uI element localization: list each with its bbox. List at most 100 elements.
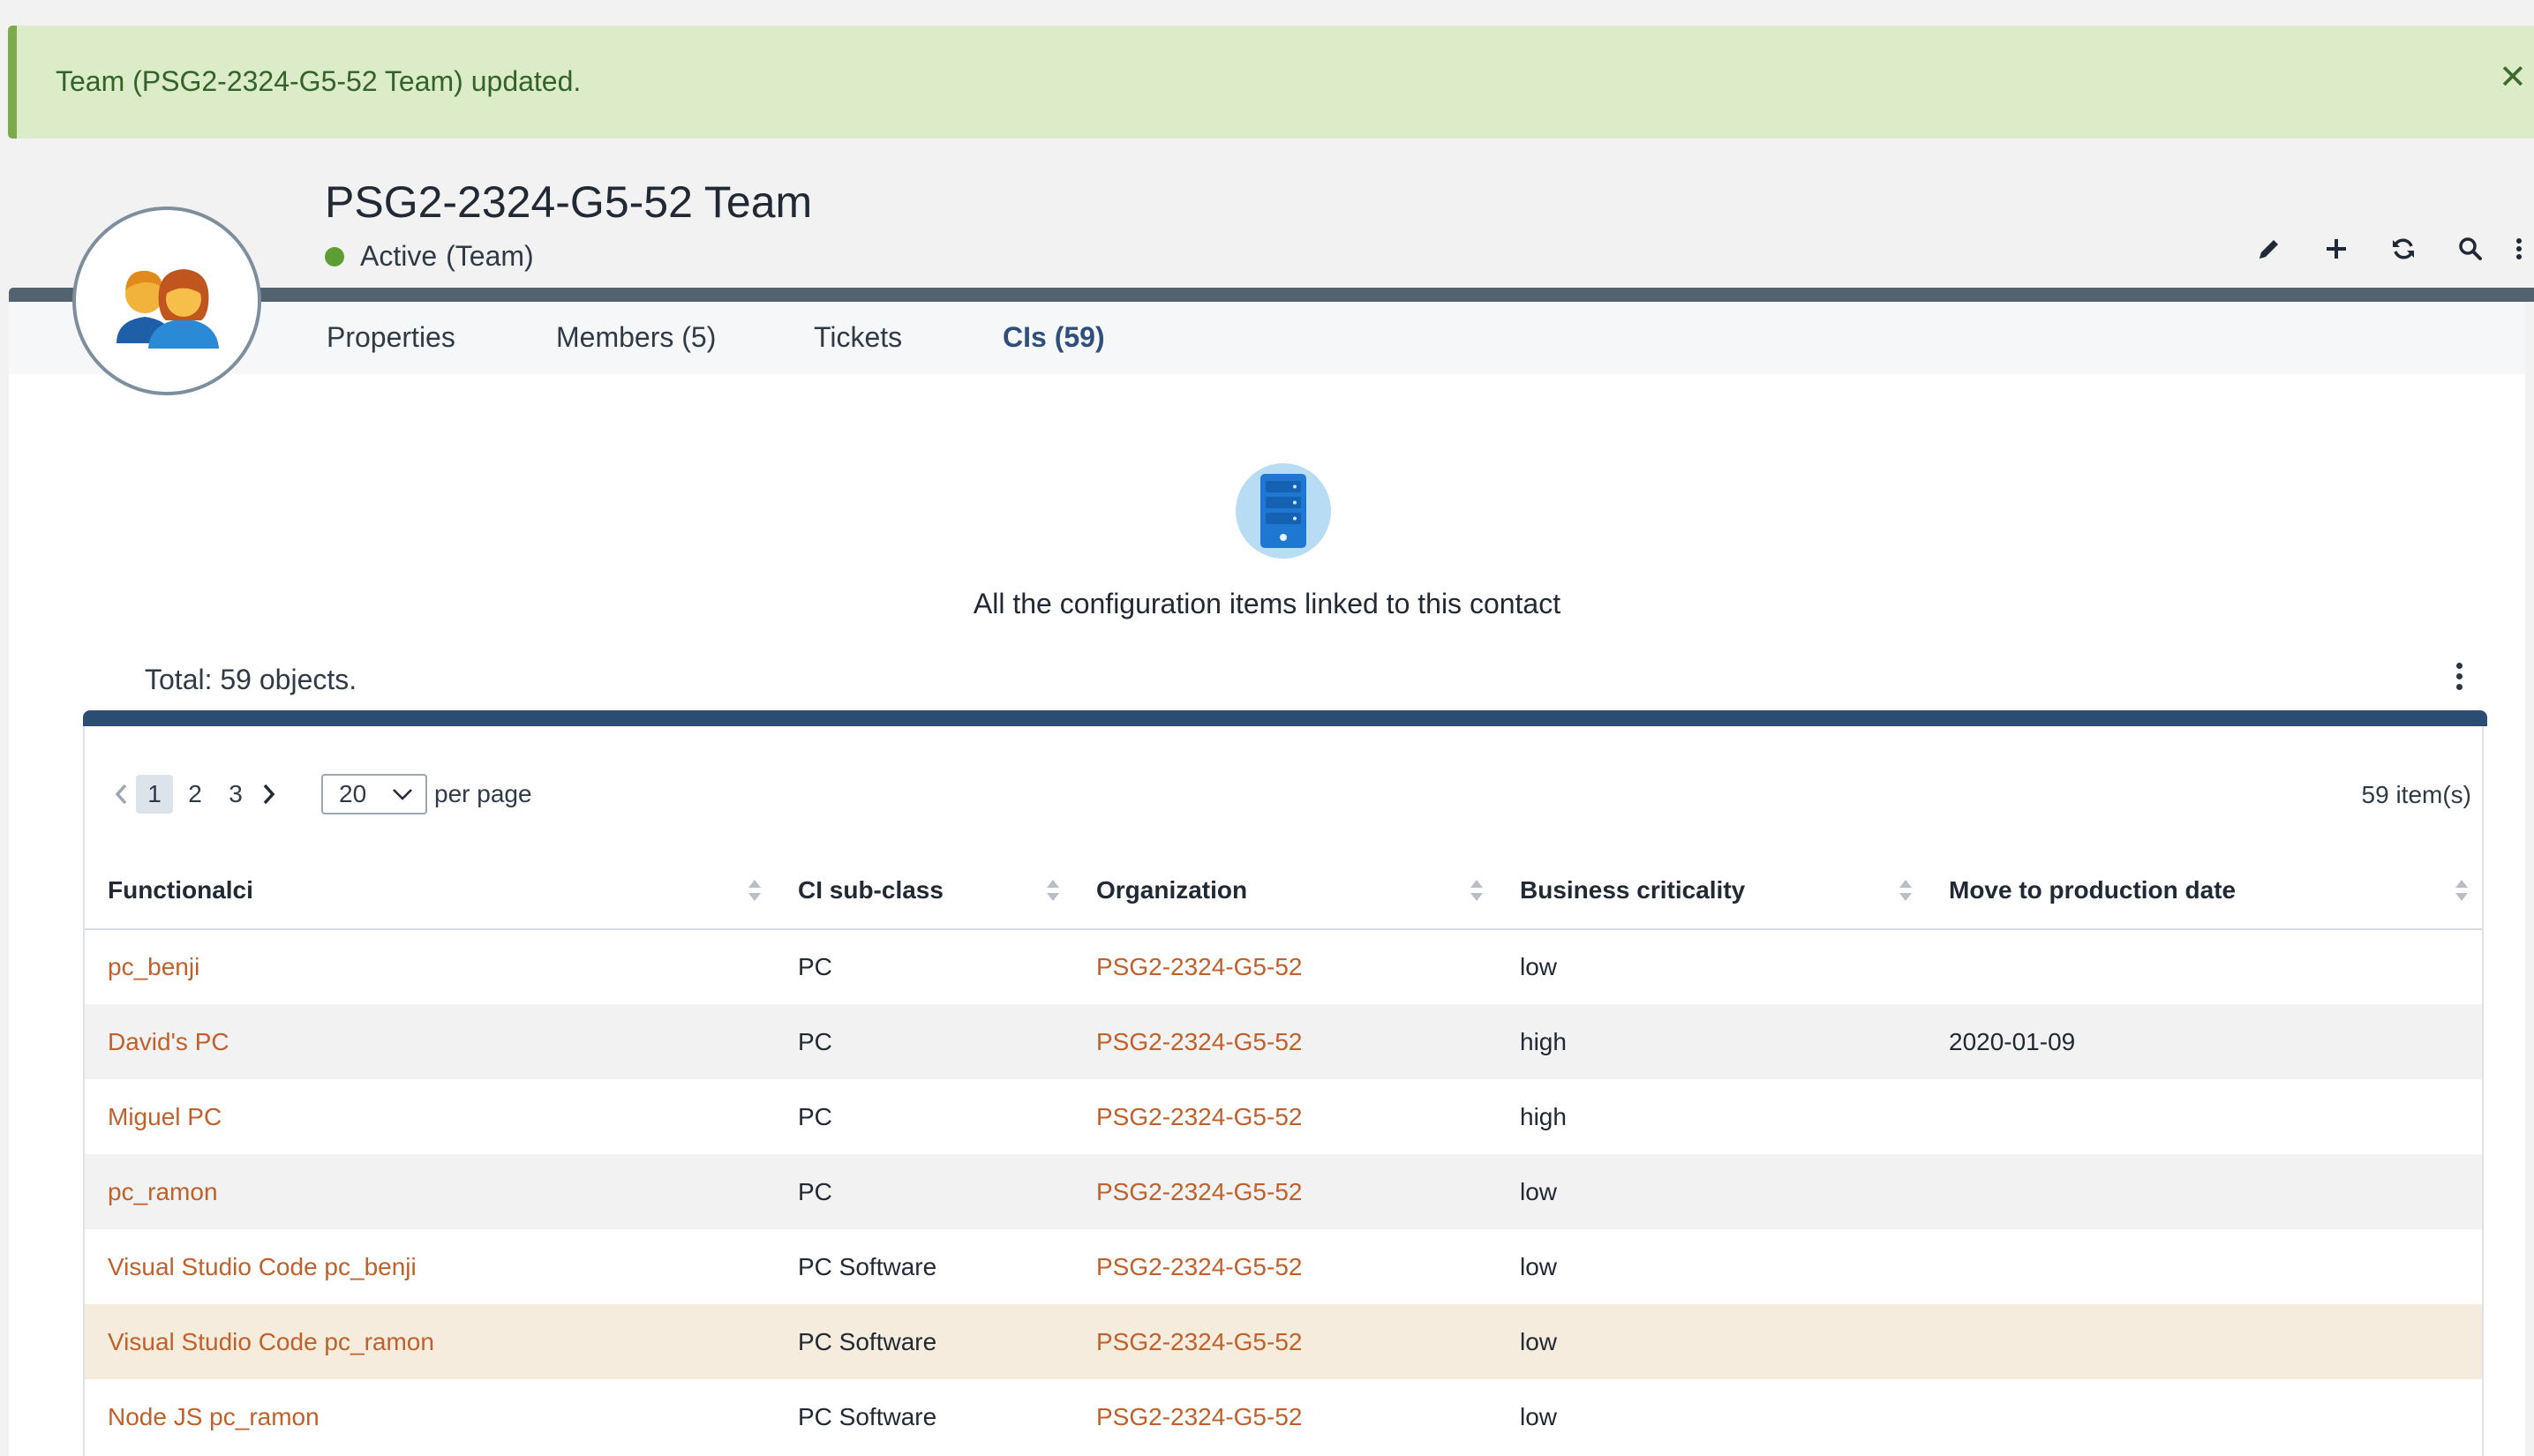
per-page-value: 20 (339, 780, 367, 807)
sort-icon (748, 880, 761, 901)
tab-members[interactable]: Members (5) (556, 321, 716, 354)
tab-tickets[interactable]: Tickets (814, 321, 902, 354)
ci-subclass-cell: PC (775, 1154, 1073, 1229)
criticality-cell: low (1520, 1402, 1558, 1430)
next-page-button[interactable] (256, 777, 282, 812)
close-icon[interactable]: ✕ (2499, 61, 2527, 94)
sort-icon (1899, 880, 1912, 901)
ci-name-link[interactable]: Miguel PC (108, 1103, 222, 1130)
organization-link[interactable]: PSG2-2324-G5-52 (1096, 1178, 1302, 1205)
ci-list-card: 1 2 3 20 per page 59 item(s) Functionalc… (83, 710, 2487, 1456)
team-icon (117, 269, 219, 349)
tab-cis[interactable]: CIs (59) (1003, 321, 1105, 354)
organization-link[interactable]: PSG2-2324-G5-52 (1096, 1253, 1302, 1280)
total-count: Total: 59 objects. (145, 664, 357, 695)
criticality-cell: high (1497, 1004, 1926, 1079)
table-row[interactable]: Miguel PC PC PSG2-2324-G5-52 high (85, 1079, 2482, 1154)
toolbar (2236, 228, 2534, 270)
sort-icon (1047, 880, 1059, 901)
ci-name-link[interactable]: Node JS pc_ramon (108, 1403, 320, 1430)
column-header-business-criticality[interactable]: Business criticality (1497, 852, 1926, 930)
refresh-icon (2393, 238, 2414, 259)
more-vertical-icon (2455, 662, 2463, 669)
search-icon (2459, 237, 2482, 260)
table-row[interactable]: Visual Studio Code pc_benji PC Software … (85, 1229, 2482, 1304)
edit-button[interactable] (2236, 228, 2303, 270)
ci-name-link[interactable]: Visual Studio Code pc_benji (108, 1253, 417, 1280)
page-title: PSG2-2324-G5-52 Team (325, 177, 813, 227)
organization-link[interactable]: PSG2-2324-G5-52 (1096, 1028, 1302, 1055)
organization-link[interactable]: PSG2-2324-G5-52 (1096, 1328, 1302, 1355)
ci-subclass-cell: PC Software (798, 1252, 937, 1280)
ci-subclass-cell: PC Software (775, 1304, 1073, 1379)
add-icon (2327, 239, 2346, 259)
status-class: (Team) (446, 240, 534, 272)
chevron-down-icon (393, 789, 412, 800)
ci-name-link[interactable]: Visual Studio Code pc_ramon (108, 1328, 434, 1355)
organization-link[interactable]: PSG2-2324-G5-52 (1096, 1103, 1302, 1130)
alert-message: Team (PSG2-2324-G5-52 Team) updated. (56, 65, 582, 97)
sort-icon (2455, 880, 2468, 901)
table-header-row: Functionalci CI sub-class Organization B… (85, 852, 2482, 930)
ci-name-link[interactable]: pc_ramon (108, 1178, 218, 1205)
tabs-bar: Properties Members (5) Tickets CIs (59) (9, 302, 2525, 374)
add-button[interactable] (2303, 228, 2370, 270)
list-menu-button[interactable] (2446, 660, 2472, 692)
header-band (9, 288, 2534, 302)
ci-table: Functionalci CI sub-class Organization B… (85, 852, 2482, 1454)
ci-subclass-cell: PC (798, 953, 832, 980)
tab-properties[interactable]: Properties (327, 321, 455, 354)
criticality-cell: low (1497, 1154, 1926, 1229)
ci-subclass-cell: PC (775, 1004, 1073, 1079)
organization-link[interactable]: PSG2-2324-G5-52 (1096, 953, 1302, 980)
refresh-button[interactable] (2370, 228, 2437, 270)
production-date-cell (1926, 1229, 2482, 1304)
production-date-cell (1926, 1379, 2482, 1454)
more-button[interactable] (2504, 228, 2534, 270)
pagination: 1 2 3 20 per page (108, 774, 532, 814)
table-row[interactable]: Node JS pc_ramon PC Software PSG2-2324-G… (85, 1379, 2482, 1454)
search-button[interactable] (2437, 228, 2504, 270)
ci-name-link[interactable]: David's PC (108, 1028, 229, 1055)
per-page-label: per page (434, 780, 532, 807)
more-vertical-icon (2516, 238, 2522, 259)
column-header-organization[interactable]: Organization (1073, 852, 1497, 930)
page-3-button[interactable]: 3 (217, 775, 254, 814)
production-date-cell: 2020-01-09 (1926, 1004, 2482, 1079)
status-line: Active (Team) (325, 240, 534, 273)
sort-icon (1470, 880, 1483, 901)
table-row-hovered[interactable]: Visual Studio Code pc_ramon PC Software … (85, 1304, 2482, 1379)
table-row[interactable]: David's PC PC PSG2-2324-G5-52 high 2020-… (85, 1004, 2482, 1079)
production-date-cell (1926, 1079, 2482, 1154)
per-page-select[interactable]: 20 (321, 774, 427, 814)
server-icon (1260, 474, 1306, 548)
ci-subclass-cell: PC (798, 1102, 832, 1130)
items-count: 59 item(s) (2361, 781, 2471, 808)
table-row[interactable]: pc_benji PC PSG2-2324-G5-52 low (85, 929, 2482, 1004)
column-header-move-to-production-date[interactable]: Move to production date (1926, 852, 2482, 930)
organization-link[interactable]: PSG2-2324-G5-52 (1096, 1403, 1302, 1430)
status-dot-icon (325, 246, 344, 266)
column-header-ci-subclass[interactable]: CI sub-class (775, 852, 1073, 930)
criticality-cell: low (1520, 953, 1558, 980)
ci-name-link[interactable]: pc_benji (108, 953, 199, 980)
table-row[interactable]: pc_ramon PC PSG2-2324-G5-52 low (85, 1154, 2482, 1229)
page-2-button[interactable]: 2 (177, 775, 214, 814)
column-header-functionalci[interactable]: Functionalci (85, 852, 775, 930)
chevron-right-icon (263, 784, 275, 805)
ci-section-description: All the configuration items linked to th… (973, 588, 1561, 619)
prev-page-button[interactable] (108, 777, 134, 812)
production-date-cell (1926, 1304, 2482, 1379)
status-text: Active (360, 240, 438, 272)
criticality-cell: low (1497, 1304, 1926, 1379)
production-date-cell (1926, 929, 2482, 1004)
main-panel: Properties Members (5) Tickets CIs (59) … (9, 302, 2525, 1456)
production-date-cell (1926, 1154, 2482, 1229)
card-accent-bar (83, 710, 2487, 726)
criticality-cell: high (1520, 1102, 1567, 1130)
page-1-button[interactable]: 1 (136, 775, 173, 814)
page: Team (PSG2-2324-G5-52 Team) updated. ✕ P… (0, 0, 2534, 1456)
criticality-cell: low (1520, 1252, 1558, 1280)
chevron-left-icon (115, 784, 127, 805)
ci-subclass-cell: PC Software (798, 1402, 937, 1430)
